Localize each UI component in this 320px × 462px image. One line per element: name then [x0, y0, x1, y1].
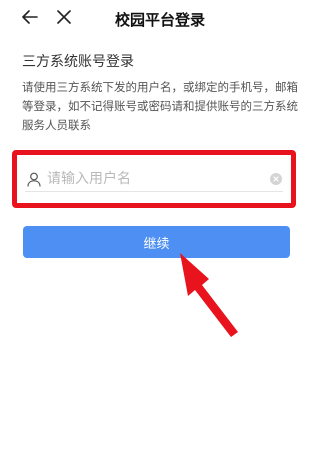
username-field[interactable] — [25, 167, 283, 192]
username-input[interactable] — [47, 168, 269, 190]
page-title: 校园平台登录 — [114, 11, 205, 29]
continue-button[interactable]: 继续 — [23, 226, 290, 258]
top-nav-bar: 校园平台登录 — [0, 0, 320, 38]
username-field-highlight — [12, 150, 296, 208]
section-title: 三方系统账号登录 — [22, 54, 134, 70]
user-icon — [25, 170, 43, 188]
clear-icon[interactable] — [269, 172, 283, 186]
login-description: 请使用三方系统下发的用户名，或绑定的手机号，邮箱等登录，如不记得账号或密码请和提… — [22, 80, 298, 132]
